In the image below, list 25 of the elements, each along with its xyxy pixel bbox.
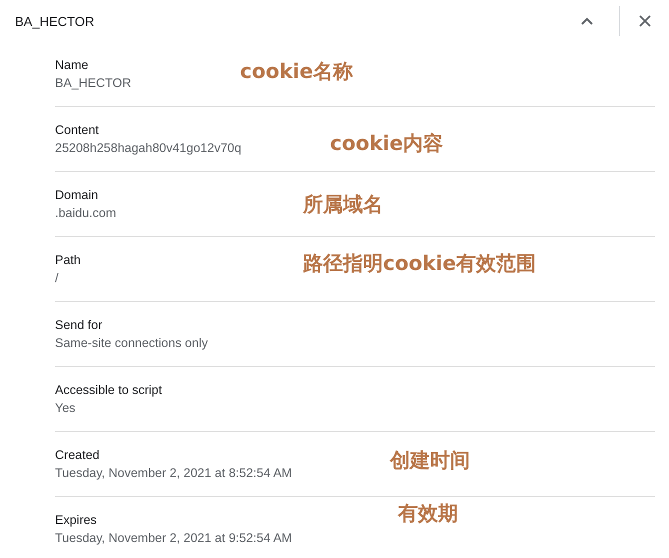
annotation-text: cookie内容 <box>330 131 444 155</box>
field-label: Content <box>55 123 99 137</box>
field-value: Same-site connections only <box>55 336 208 350</box>
field-value: 25208h258hagah80v41go12v70q <box>55 141 242 155</box>
annotation-text: 路径指明cookie有效范围 <box>303 251 536 275</box>
field-value: Tuesday, November 2, 2021 at 8:52:54 AM <box>55 466 292 480</box>
annotation-text: 创建时间 <box>390 448 470 472</box>
field-value: BA_HECTOR <box>55 76 132 90</box>
collapse-icon[interactable] <box>581 17 593 25</box>
field-value: / <box>55 271 58 285</box>
field-label: Domain <box>55 188 98 202</box>
field-label: Name <box>55 58 88 72</box>
annotation-text: cookie名称 <box>240 59 354 83</box>
field-value: .baidu.com <box>55 206 116 220</box>
close-icon[interactable] <box>639 15 651 27</box>
annotation-text: 所属域名 <box>303 192 383 216</box>
field-label: Created <box>55 448 100 462</box>
field-value: Yes <box>55 401 76 415</box>
field-label: Send for <box>55 318 102 332</box>
field-label: Path <box>55 253 81 267</box>
field-label: Expires <box>55 513 97 527</box>
field-label: Accessible to script <box>55 383 162 397</box>
field-value: Tuesday, November 2, 2021 at 9:52:54 AM <box>55 531 292 545</box>
annotation-text: 有效期 <box>398 501 458 525</box>
cookie-title: BA_HECTOR <box>15 14 94 28</box>
